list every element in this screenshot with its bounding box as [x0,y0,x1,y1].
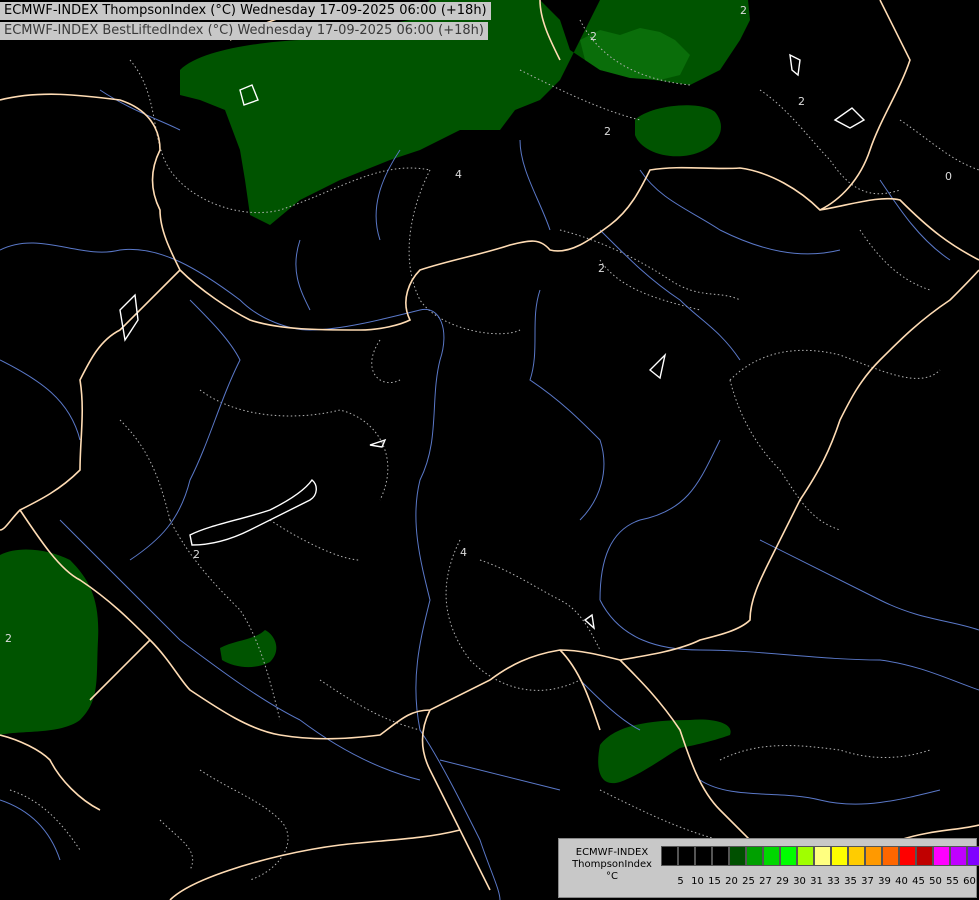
legend-title: ECMWF-INDEX ThompsonIndex °C [563,847,661,883]
legend-swatch [797,846,814,866]
green-area-sw-blob [220,630,277,668]
lakes [119,53,866,630]
legend-swatch [763,846,780,866]
legend-swatch [729,846,746,866]
legend-tick-label: 45 [912,876,925,887]
green-areas [0,0,750,784]
contour-label: 2 [604,125,611,138]
legend-tick-label: 5 [677,876,684,887]
lake-small-3 [789,53,801,77]
legend-tick-label: 10 [691,876,704,887]
header-line-bestlifted: ECMWF-INDEX BestLiftedIndex (°C) Wednesd… [0,22,488,40]
legend-swatch [916,846,933,866]
legend-tick-label: 15 [708,876,721,887]
lake-small-2 [833,107,866,129]
legend-swatch [661,846,678,866]
legend-swatch [831,846,848,866]
legend-tick-label: 40 [895,876,908,887]
green-area-west [0,549,99,735]
contour-label: 2 [590,30,597,43]
legend-swatch [882,846,899,866]
legend-title-index: ThompsonIndex [572,859,652,870]
contour-label: 4 [460,546,467,559]
legend-tick-label: 30 [793,876,806,887]
country-borders [0,0,979,900]
legend-tick-label: 25 [742,876,755,887]
contour-label: 2 [5,632,12,645]
legend-swatch [780,846,797,866]
legend-swatch [865,846,882,866]
legend-tick-label: 29 [776,876,789,887]
legend-swatch [848,846,865,866]
contour-label: 4 [455,168,462,181]
legend-swatch [967,846,979,866]
legend-tick-label: 37 [861,876,874,887]
legend-swatch [712,846,729,866]
contour-label: 2 [740,4,747,17]
legend-title-model: ECMWF-INDEX [575,847,649,858]
legend-tick-label: 33 [827,876,840,887]
contour-lines [9,19,979,881]
legend-tick-label: 39 [878,876,891,887]
legend-swatch [695,846,712,866]
legend-swatch [746,846,763,866]
lake-small-6 [583,613,595,630]
legend-tick-label: 55 [946,876,959,887]
weather-map: 2 2 2 2 4 2 0 2 4 2 ECMWF-INDEX Thompson… [0,0,979,900]
rivers [0,89,979,900]
legend-swatch [899,846,916,866]
lake-small-4 [119,293,139,342]
legend-tick-label: 20 [725,876,738,887]
legend-tick-label: 31 [810,876,823,887]
lake-small-1 [369,438,387,448]
legend-tick-label: 50 [929,876,942,887]
contour-label: 0 [945,170,952,183]
header-line-thompson: ECMWF-INDEX ThompsonIndex (°C) Wednesday… [0,2,491,20]
color-legend: ECMWF-INDEX ThompsonIndex °C 5 10 15 20 25 27… [558,838,979,898]
legend-swatch [950,846,967,866]
legend-tick-label: 35 [844,876,857,887]
lake-small-5 [648,352,667,380]
green-area-ne-blob [635,105,721,157]
legend-title-unit: °C [606,871,618,882]
map-canvas: 2 2 2 2 4 2 0 2 4 2 [0,0,979,900]
legend-swatch [933,846,950,866]
legend-swatches [661,846,979,866]
legend-ticks: 5 10 15 20 25 27 29 30 31 33 35 37 39 40 45 50 55 60 [672,876,978,887]
green-area-se-blob [598,719,731,784]
legend-swatch [678,846,695,866]
contour-label: 2 [598,262,605,275]
lake-balaton [189,478,317,546]
legend-tick-label: 60 [963,876,976,887]
contour-label: 2 [193,548,200,561]
legend-tick-label: 27 [759,876,772,887]
contour-label: 2 [798,95,805,108]
legend-swatch [814,846,831,866]
